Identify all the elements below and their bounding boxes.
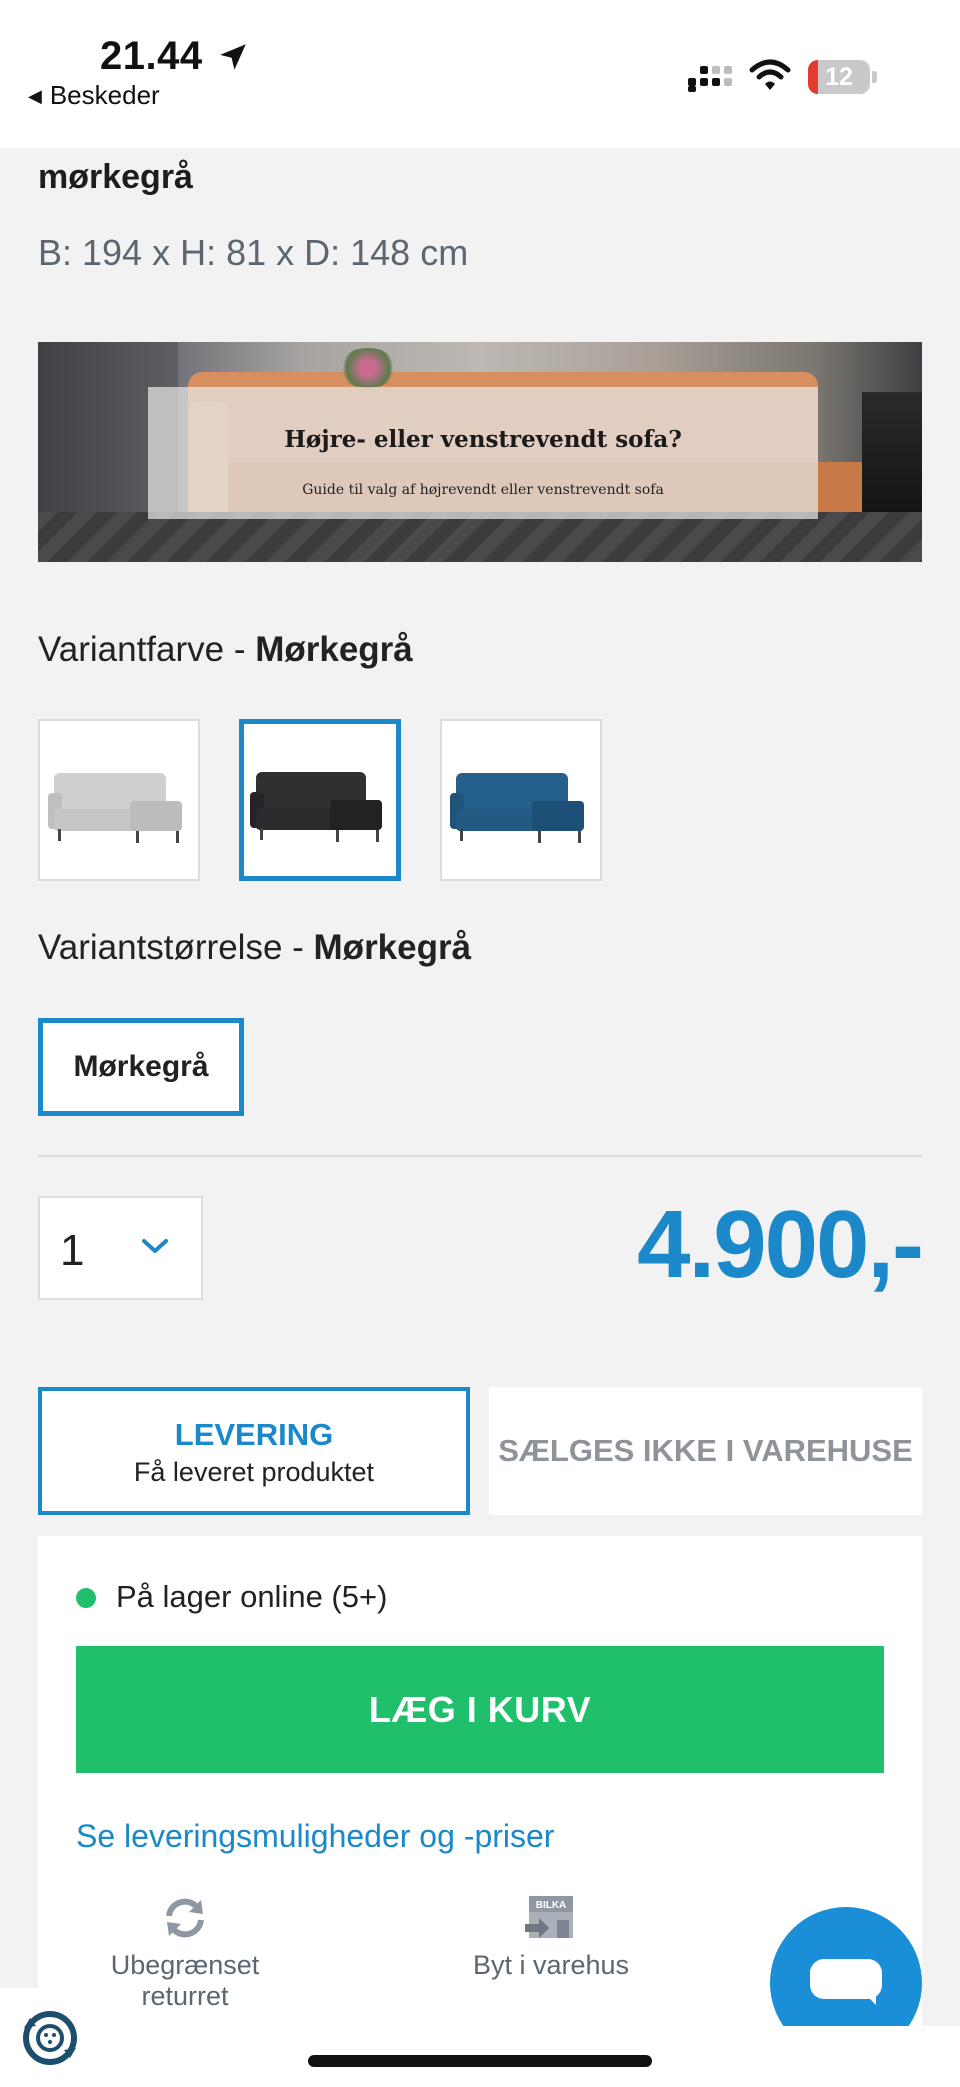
sofa-dark-grey-image (250, 772, 382, 842)
banner-subtext: Guide til valg af højrevendt eller venst… (302, 482, 664, 498)
sofa-light-grey-image (48, 773, 182, 843)
variant-color-label: Variantfarve - Mørkegrå (38, 630, 413, 670)
product-price: 4.900,- (637, 1191, 924, 1298)
tab-delivery-title: LEVERING (174, 1417, 334, 1452)
signal-icon (688, 66, 732, 92)
variant-size-prefix: Variantstørrelse - (38, 928, 314, 967)
quantity-select[interactable]: 1 (38, 1196, 203, 1300)
home-indicator[interactable] (308, 2055, 652, 2067)
accessibility-widget[interactable] (0, 1988, 100, 2087)
tab-delivery-subtitle: Få leveret produktet (133, 1457, 375, 1487)
location-arrow-icon (220, 44, 246, 70)
in-stock-dot-icon (76, 1588, 96, 1608)
refresh-icon (166, 1898, 204, 1938)
battery-level: 12 (825, 63, 853, 91)
chevron-down-icon (142, 1239, 168, 1253)
back-to-messages[interactable]: ◀ Beskeder (28, 80, 160, 111)
swatch-light-grey[interactable] (38, 719, 200, 881)
stock-status: På lager online (5+) (76, 1579, 387, 1615)
variant-color-value: Mørkegrå (255, 630, 413, 669)
add-to-cart-button[interactable]: LÆG I KURV (76, 1646, 884, 1773)
perk-returns: Ubegrænset returret (64, 1896, 306, 2012)
perk-returns-label: Ubegrænset returret (110, 1950, 260, 2011)
swatch-dark-grey[interactable] (239, 719, 401, 881)
variant-color-prefix: Variantfarve - (38, 630, 256, 669)
product-dimensions: B: 194 x H: 81 x D: 148 cm (38, 232, 469, 273)
status-bar: 21.44 ◀ Beskeder 12 (0, 0, 960, 148)
stock-text: På lager online (5+) (116, 1579, 388, 1614)
variant-size-value: Mørkegrå (313, 928, 472, 967)
divider (38, 1155, 922, 1157)
perk-exchange-label: Byt i varehus (472, 1950, 630, 1980)
banner-heading: Højre- eller venstrevendt sofa? (284, 426, 682, 453)
swatch-blue[interactable] (440, 719, 602, 881)
sofa-blue-image (450, 773, 584, 843)
accessibility-icon (23, 2011, 77, 2065)
tab-store[interactable]: SÆLGES IKKE I VAREHUSE (489, 1387, 922, 1515)
exchange-badge-text: BILKA (536, 1900, 567, 1911)
battery-icon: 12 (808, 60, 877, 94)
product-title: mørkegrå (38, 158, 193, 196)
variant-size-label: Variantstørrelse - Mørkegrå (38, 928, 471, 968)
chat-icon (810, 1959, 882, 1999)
status-time: 21.44 (100, 34, 203, 78)
store-exchange-icon: BILKA (525, 1896, 573, 1938)
back-label: Beskeder (49, 80, 160, 110)
size-option-button[interactable]: Mørkegrå (38, 1018, 244, 1116)
tab-delivery[interactable]: LEVERING Få leveret produktet (38, 1387, 470, 1515)
quantity-value: 1 (60, 1226, 85, 1275)
delivery-options-link[interactable]: Se leveringsmuligheder og -priser (76, 1818, 554, 1855)
perk-exchange: BILKA Byt i varehus (426, 1896, 676, 1981)
wifi-icon (749, 59, 791, 90)
sofa-guide-banner[interactable]: Højre- eller venstrevendt sofa? Guide ti… (38, 342, 922, 562)
